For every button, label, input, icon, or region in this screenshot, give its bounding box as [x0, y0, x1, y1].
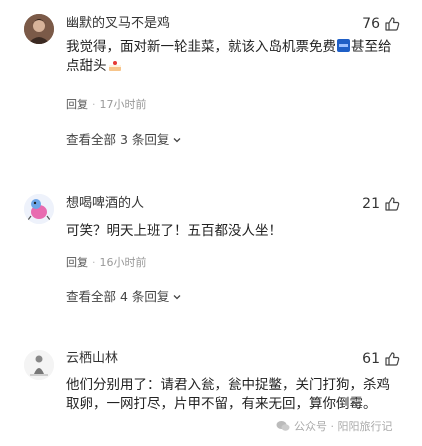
like-count: 61	[362, 351, 380, 367]
like-count: 21	[362, 196, 380, 212]
thumbs-up-icon	[385, 197, 400, 211]
wechat-icon	[276, 421, 290, 431]
avatar[interactable]	[24, 194, 54, 224]
reply-button[interactable]: 回复	[66, 256, 88, 269]
comment-2: 想喝啤酒的人 21 可笑？明天上班了！五百都没人坐！ 回复 · 16小时前 查看全部…	[0, 160, 422, 320]
watermark-text: 公众号 · 阳阳旅行记	[294, 420, 393, 433]
blue-square-emoji-icon	[337, 39, 350, 52]
avatar-figure-icon	[24, 350, 54, 380]
comment-meta: 回复 · 16小时前	[66, 256, 147, 270]
avatar-cartoon-icon	[24, 194, 54, 224]
like-button[interactable]: 61	[362, 351, 400, 367]
view-all-replies-label: 查看全部 3 条回复	[66, 132, 170, 147]
view-all-replies-button[interactable]: 查看全部 4 条回复	[66, 289, 182, 305]
watermark: 公众号 · 阳阳旅行记	[276, 418, 393, 434]
chevron-down-icon	[173, 295, 181, 300]
comment-time: 17小时前	[99, 98, 147, 111]
comment-time: 16小时前	[99, 256, 147, 269]
comment-text: 他们分别用了：请君入瓮，瓮中捉鳖，关门打狗，杀鸡取卵，一网打尽，片甲不留，有来无…	[66, 377, 390, 412]
chevron-down-icon	[173, 138, 181, 143]
thumbs-up-icon	[385, 17, 400, 31]
like-button[interactable]: 21	[362, 196, 400, 212]
view-all-replies-label: 查看全部 4 条回复	[66, 289, 170, 304]
thumbs-up-icon	[385, 352, 400, 366]
avatar-photo-icon	[24, 14, 54, 44]
comment-text-part1: 我觉得，面对新一轮韭菜，就该入岛机票免费	[66, 39, 336, 55]
like-count: 76	[362, 16, 380, 32]
comment-username[interactable]: 想喝啤酒的人	[66, 196, 144, 212]
cake-emoji-icon	[108, 61, 121, 71]
avatar[interactable]	[24, 350, 54, 380]
avatar[interactable]	[24, 14, 54, 44]
comment-text: 可笑？明天上班了！五百都没人坐！	[66, 223, 282, 239]
view-all-replies-button[interactable]: 查看全部 3 条回复	[66, 132, 182, 148]
comment-username[interactable]: 云栖山林	[66, 351, 118, 367]
like-button[interactable]: 76	[362, 16, 400, 32]
comment-1: 幽默的叉马不是鸡 76 我觉得，面对新一轮韭菜，就该入岛机票免费 甚至给点甜头 回…	[0, 0, 422, 160]
comment-text: 我觉得，面对新一轮韭菜，就该入岛机票免费 甚至给点甜头	[66, 38, 396, 76]
comment-meta: 回复 · 17小时前	[66, 98, 147, 112]
comment-username[interactable]: 幽默的叉马不是鸡	[66, 16, 170, 32]
separator-dot: ·	[92, 98, 96, 111]
separator-dot: ·	[92, 256, 96, 269]
reply-button[interactable]: 回复	[66, 98, 88, 111]
